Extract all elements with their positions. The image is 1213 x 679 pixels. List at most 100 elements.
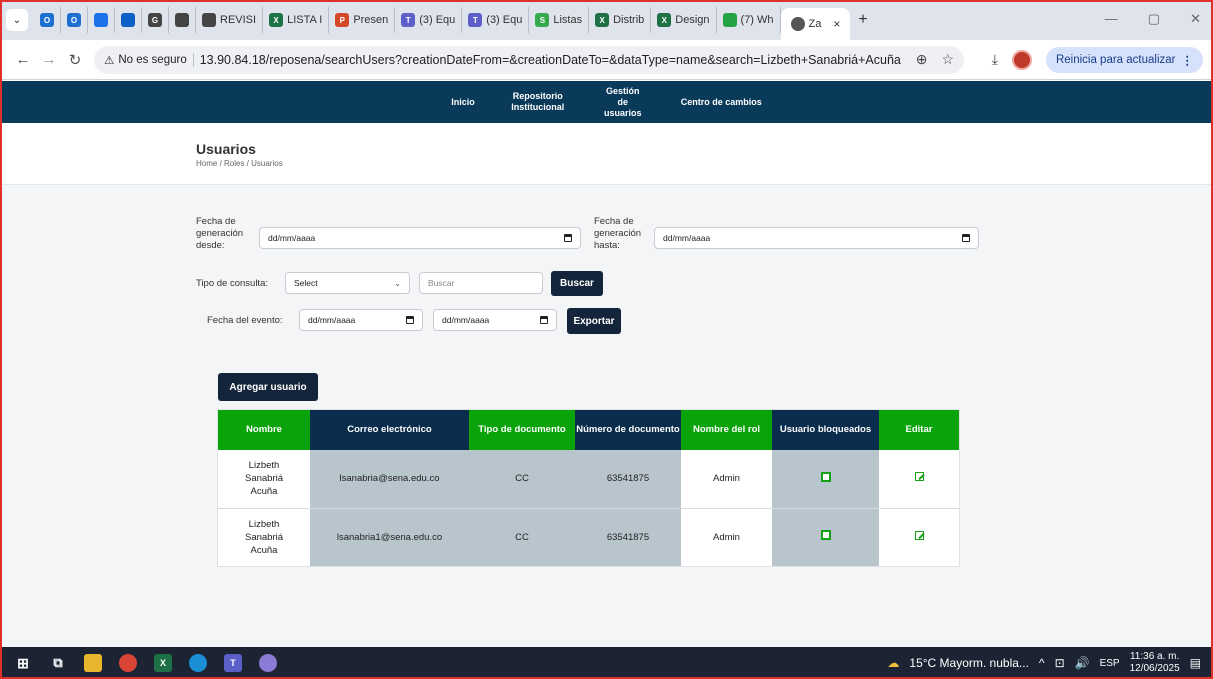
tab-label: REVISI: [220, 14, 257, 26]
edit-icon[interactable]: [914, 530, 924, 540]
chevron-down-icon: ⌄: [394, 278, 401, 288]
search-button[interactable]: Buscar: [551, 271, 603, 296]
windows-start-icon[interactable]: ⊞: [14, 654, 32, 672]
notifications-icon[interactable]: ▤: [1190, 656, 1201, 670]
nav-item-repositorio[interactable]: Repositorio Institucional: [493, 91, 583, 113]
event-date-to-input[interactable]: dd/mm/aaaa: [433, 309, 557, 331]
browser-tab[interactable]: [115, 7, 142, 33]
volume-icon[interactable]: 🔊: [1075, 656, 1090, 670]
update-button[interactable]: Reinicia para actualizar ⋮: [1045, 46, 1203, 73]
nav-item-inicio[interactable]: Inicio: [433, 97, 493, 108]
date-to-input[interactable]: dd/mm/aaaa: [654, 227, 979, 249]
date-from-input[interactable]: dd/mm/aaaa: [259, 227, 581, 249]
active-tab-label: Za: [808, 18, 822, 30]
browser-tab[interactable]: S Listas: [529, 7, 590, 33]
bookmark-star-icon[interactable]: ☆: [941, 51, 954, 68]
browser-tab[interactable]: [169, 7, 196, 33]
tab-search-button[interactable]: ⌄: [6, 9, 28, 31]
date-to-value: dd/mm/aaaa: [663, 233, 711, 243]
cell-role: Admin: [681, 507, 772, 566]
forward-arrow-icon[interactable]: →: [36, 51, 62, 68]
calendar-icon[interactable]: [406, 316, 414, 324]
browser-tab[interactable]: X LISTA I: [263, 7, 330, 33]
calendar-icon[interactable]: [962, 234, 970, 242]
blocked-checkbox[interactable]: [820, 471, 831, 482]
excel-icon[interactable]: X: [154, 654, 172, 672]
warning-icon: ⚠: [104, 54, 115, 67]
clock[interactable]: 11:36 a. m. 12/06/2025: [1130, 651, 1180, 675]
date-from-value: dd/mm/aaaa: [268, 233, 316, 243]
url-text[interactable]: 13.90.84.18/reposena/searchUsers?creatio…: [200, 53, 910, 67]
browser-tab[interactable]: X Distrib: [589, 7, 652, 33]
task-view-icon[interactable]: ⧉: [49, 654, 67, 672]
calendar-icon[interactable]: [540, 316, 548, 324]
tab-label: (3) Equ: [419, 14, 456, 26]
language-indicator[interactable]: ESP: [1100, 658, 1120, 669]
cell-edit: [879, 450, 959, 508]
more-menu-icon[interactable]: ⋮: [1182, 53, 1194, 67]
cell-blocked: [772, 450, 879, 508]
export-button[interactable]: Exportar: [567, 308, 621, 334]
omnibox[interactable]: ⚠ No es seguro 13.90.84.18/reposena/sear…: [94, 45, 964, 74]
tab-favicon-icon: S: [535, 13, 550, 27]
date-to-label: Fecha de generación hasta:: [594, 216, 642, 251]
browser-tab[interactable]: O: [61, 7, 88, 33]
browser-tab[interactable]: REVISI: [196, 7, 264, 33]
tab-favicon-icon: P: [335, 13, 350, 27]
browser-tab[interactable]: X Design: [651, 7, 717, 33]
tray-chevron-icon[interactable]: ^: [1039, 656, 1045, 670]
calendar-icon[interactable]: [564, 234, 572, 242]
add-user-button[interactable]: Agregar usuario: [218, 373, 318, 401]
tab-label: (7) Wh: [740, 14, 774, 26]
new-tab-button[interactable]: +: [858, 11, 867, 29]
nav-item-centro-cambios[interactable]: Centro de cambios: [663, 97, 780, 108]
edge-icon[interactable]: [189, 654, 207, 672]
browser-tab[interactable]: G: [142, 7, 169, 33]
browser-tab[interactable]: P Presen: [329, 7, 396, 33]
download-icon[interactable]: ⤓: [992, 51, 998, 68]
tab-label: Distrib: [613, 14, 645, 26]
chrome-icon[interactable]: [119, 654, 137, 672]
zoom-icon[interactable]: ⊕: [916, 51, 928, 68]
nav-item-gestion-usuarios[interactable]: Gestión de usuarios: [583, 86, 663, 119]
tab-favicon-icon: X: [595, 13, 610, 27]
snipping-tool-icon[interactable]: [259, 654, 277, 672]
network-icon[interactable]: ⊡: [1055, 656, 1065, 670]
search-input[interactable]: Buscar: [419, 272, 543, 294]
browser-tab[interactable]: O: [34, 7, 61, 33]
window-controls: — ▢ ✕: [1105, 11, 1201, 27]
tab-favicon-icon: [94, 13, 108, 27]
reload-icon[interactable]: ↻: [62, 51, 88, 69]
col-usuario-bloqueado: Usuario bloqueados: [772, 410, 879, 450]
browser-tab[interactable]: (7) Wh: [717, 7, 781, 33]
browser-tab-strip: ⌄ O O G REVISI X LISTA I P Presen T (3) Equ T (3) E…: [0, 0, 1213, 40]
minimize-button[interactable]: —: [1105, 11, 1118, 27]
close-window-button[interactable]: ✕: [1190, 11, 1201, 27]
edit-icon[interactable]: [914, 472, 924, 482]
file-explorer-icon[interactable]: [84, 654, 102, 672]
table-header-row: Nombre Correo electrónico Tipo de docume…: [218, 410, 959, 450]
browser-tab[interactable]: T (3) Equ: [462, 7, 530, 33]
profile-avatar[interactable]: [1011, 49, 1032, 70]
back-arrow-icon[interactable]: ←: [10, 51, 36, 68]
maximize-button[interactable]: ▢: [1148, 11, 1160, 27]
update-button-label: Reinicia para actualizar: [1055, 53, 1176, 66]
event-date-label: Fecha del evento:: [207, 315, 283, 326]
cell-name: Lizbeth Sanabriá Acuña: [244, 460, 284, 498]
security-label: No es seguro: [118, 53, 187, 66]
tab-label: (3) Equ: [486, 14, 523, 26]
active-tab[interactable]: Za ×: [780, 8, 851, 40]
security-indicator[interactable]: ⚠ No es seguro: [104, 52, 194, 67]
cell-doc-type: CC: [469, 507, 575, 566]
site-navbar: Inicio Repositorio Institucional Gestión…: [2, 81, 1211, 123]
close-tab-icon[interactable]: ×: [833, 17, 840, 31]
cell-edit: [879, 507, 959, 566]
browser-tab[interactable]: T (3) Equ: [395, 7, 463, 33]
query-type-select[interactable]: Select ⌄: [285, 272, 410, 294]
browser-tab[interactable]: [88, 7, 115, 33]
teams-icon[interactable]: T: [224, 654, 242, 672]
blocked-checkbox[interactable]: [820, 530, 831, 541]
cell-doc-type: CC: [469, 450, 575, 508]
event-date-from-input[interactable]: dd/mm/aaaa: [299, 309, 423, 331]
weather-text[interactable]: 15°C Mayorm. nubla...: [909, 656, 1029, 670]
